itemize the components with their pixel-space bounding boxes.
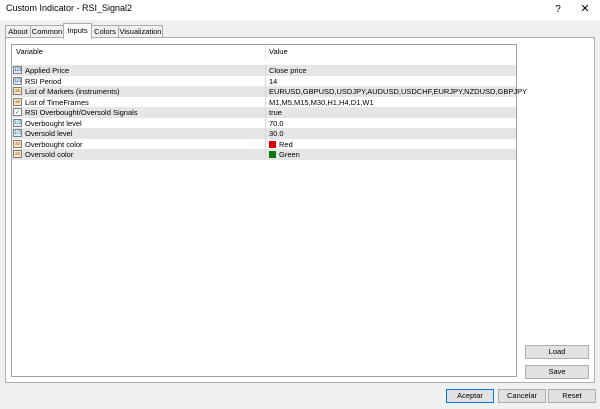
variable-name: List of Markets (instruments) xyxy=(25,87,120,96)
grid-row-overbought-level[interactable]: 1/2 Overbought level 70.0 xyxy=(12,117,516,128)
variable-value[interactable]: EURUSD,GBPUSD,USDJPY,AUDUSD,USDCHF,EURJP… xyxy=(269,87,527,96)
help-icon[interactable]: ? xyxy=(549,2,567,17)
inputs-panel: Variable Value 123 Applied Price Close p… xyxy=(5,37,595,383)
grid-row-list-of-timeframes[interactable]: ab List of TimeFrames M1,M5,M15,M30,H1,H… xyxy=(12,96,516,107)
variable-name: Overbought level xyxy=(25,118,82,128)
variable-name: List of TimeFrames xyxy=(25,97,89,107)
column-separator xyxy=(265,96,266,107)
grid-row-oversold-color[interactable]: ab Oversold color Green xyxy=(12,149,516,160)
column-separator xyxy=(265,149,266,160)
enum-icon: 123 xyxy=(13,66,22,74)
variable-value[interactable]: Red xyxy=(269,140,293,149)
column-separator xyxy=(265,107,266,118)
integer-icon: 123 xyxy=(13,76,22,85)
grid-row-rsi-signals[interactable]: ✓ RSI Overbought/Oversold Signals true xyxy=(12,107,516,118)
color-swatch xyxy=(269,151,276,158)
column-separator xyxy=(265,117,266,128)
color-icon: ab xyxy=(13,139,22,148)
variable-value[interactable]: 14 xyxy=(269,77,277,86)
grid-header: Variable Value xyxy=(12,45,516,59)
column-header-value: Value xyxy=(269,47,288,56)
save-button[interactable]: Save xyxy=(525,365,589,379)
reset-button[interactable]: Reset xyxy=(548,389,596,403)
string-icon: ab xyxy=(13,97,22,106)
tab-inputs[interactable]: Inputs xyxy=(63,23,92,39)
grid-row-oversold-level[interactable]: 1/2 Oversold level 30.0 xyxy=(12,128,516,139)
grid-row-overbought-color[interactable]: ab Overbought color Red xyxy=(12,138,516,149)
column-separator xyxy=(265,86,266,97)
column-separator[interactable] xyxy=(265,45,266,59)
load-button[interactable]: Load xyxy=(525,345,589,359)
variable-value[interactable]: Close price xyxy=(269,66,307,75)
color-swatch xyxy=(269,140,276,148)
string-icon: ab xyxy=(13,87,22,95)
double-icon: 1/2 xyxy=(13,118,22,127)
column-separator xyxy=(265,138,266,149)
variable-name: Oversold color xyxy=(25,150,74,159)
bool-icon: ✓ xyxy=(13,108,22,116)
cancel-button[interactable]: Cancelar xyxy=(498,389,546,403)
grid-row-list-of-markets[interactable]: ab List of Markets (instruments) EURUSD,… xyxy=(12,86,527,97)
title-bar: Custom Indicator - RSI_Signal2 ? ✕ xyxy=(0,0,600,20)
inputs-grid: Variable Value 123 Applied Price Close p… xyxy=(11,44,527,377)
variable-name: Oversold level xyxy=(25,129,73,138)
column-header-variable: Variable xyxy=(16,47,43,56)
column-separator xyxy=(265,75,266,86)
grid-row-applied-price[interactable]: 123 Applied Price Close price xyxy=(12,65,516,76)
variable-value[interactable]: 30.0 xyxy=(269,129,284,138)
variable-name: RSI Overbought/Oversold Signals xyxy=(25,108,138,117)
double-icon: 1/2 xyxy=(13,129,22,137)
variable-value[interactable]: M1,M5,M15,M30,H1,H4,D1,W1 xyxy=(269,98,374,107)
color-name: Red xyxy=(279,139,293,149)
accept-button[interactable]: Aceptar xyxy=(446,389,494,403)
variable-value[interactable]: Green xyxy=(269,150,300,159)
variable-name: RSI Period xyxy=(25,76,62,86)
variable-value[interactable]: true xyxy=(269,108,282,117)
window-title: Custom Indicator - RSI_Signal2 xyxy=(6,3,133,13)
close-icon[interactable]: ✕ xyxy=(576,2,594,17)
variable-name: Overbought color xyxy=(25,139,83,149)
variable-value[interactable]: 70.0 xyxy=(269,119,284,128)
color-name: Green xyxy=(279,150,300,159)
column-separator xyxy=(265,65,266,76)
color-icon: ab xyxy=(13,150,22,158)
grid-row-rsi-period[interactable]: 123 RSI Period 14 xyxy=(12,75,516,86)
column-separator xyxy=(265,128,266,139)
variable-name: Applied Price xyxy=(25,66,70,75)
